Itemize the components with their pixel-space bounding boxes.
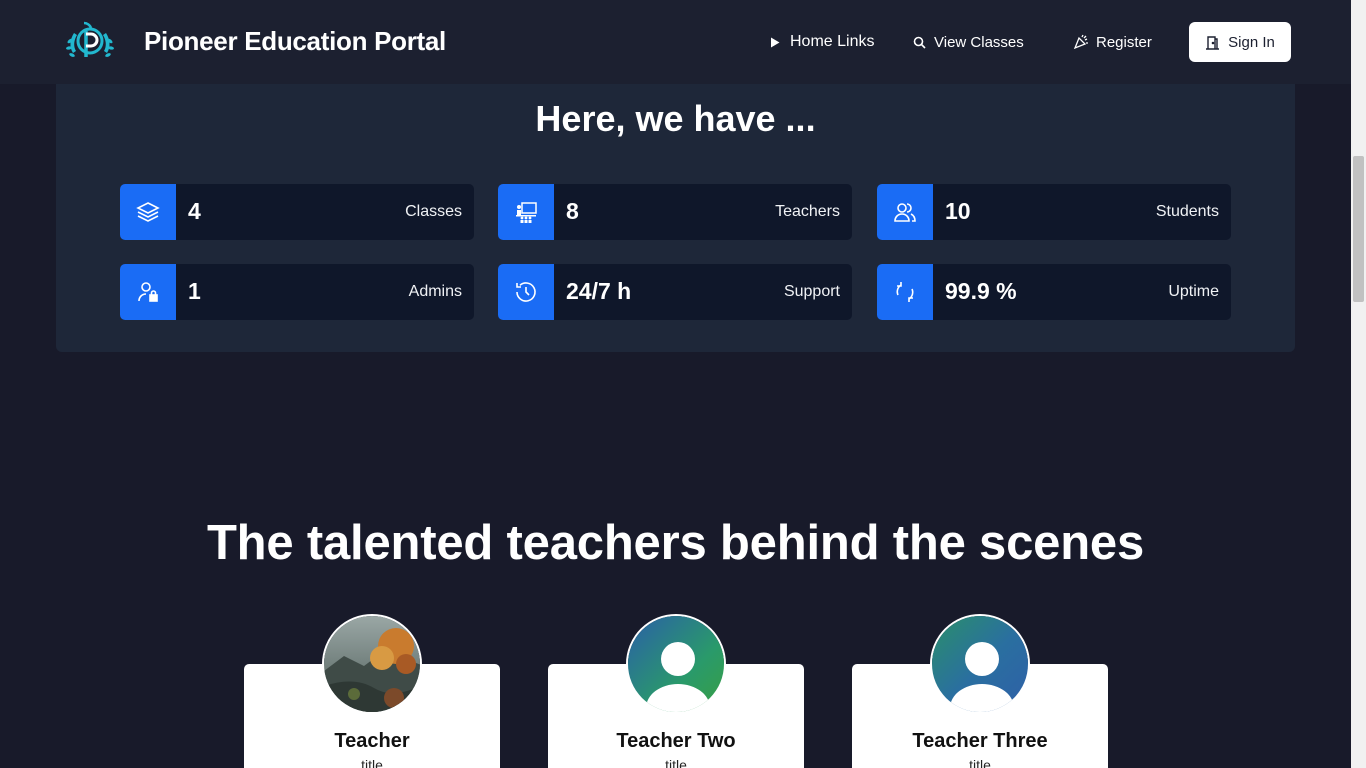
teacher-title: title [361, 757, 383, 768]
stat-card-teachers: 8 Teachers [498, 184, 852, 240]
stat-label: Students [1155, 203, 1219, 220]
nav-register-label: Register [1096, 33, 1152, 51]
layers-icon [120, 184, 176, 240]
sign-in-label: Sign In [1228, 33, 1275, 51]
top-navbar: Pioneer Education Portal Home Links View… [0, 0, 1351, 84]
play-icon [767, 34, 783, 50]
teacher-name: Teacher Two [616, 730, 736, 752]
stat-label: Classes [405, 203, 462, 220]
door-icon [1205, 35, 1220, 50]
nav-view-classes[interactable]: View Classes [911, 31, 1024, 53]
stat-card-classes: 4 Classes [120, 184, 474, 240]
stat-value: 99.9 % [945, 278, 1017, 304]
teacher-title: title [665, 757, 687, 768]
stat-label: Teachers [775, 203, 840, 220]
default-user-avatar-icon [930, 614, 1030, 714]
stat-card-uptime: 99.9 % Uptime [877, 264, 1231, 320]
stat-value: 24/7 h [566, 278, 632, 304]
teacher-name: Teacher Three [912, 730, 1048, 752]
nav-register[interactable]: Register [1073, 31, 1152, 53]
teacher-name: Teacher [334, 730, 410, 752]
teacher-title: title [969, 757, 991, 768]
stat-label: Admins [408, 283, 462, 300]
stat-value: 1 [188, 278, 201, 304]
party-popper-icon [1073, 34, 1089, 50]
nav-view-classes-label: View Classes [934, 33, 1024, 51]
stat-value: 10 [945, 198, 971, 224]
stat-card-students: 10 Students [877, 184, 1231, 240]
stat-label: Support [783, 283, 840, 300]
portal-logo[interactable] [64, 19, 116, 65]
nav-home-links[interactable]: Home Links [767, 31, 874, 53]
stats-title: Here, we have ... [535, 98, 816, 139]
stat-value: 8 [566, 198, 579, 224]
search-icon [911, 34, 927, 50]
scrollbar-thumb[interactable] [1353, 156, 1364, 302]
stat-card-support: 24/7 h Support [498, 264, 852, 320]
teachers-section-title: The talented teachers behind the scenes [206, 516, 1145, 570]
stat-value: 4 [188, 198, 201, 224]
page: Pioneer Education Portal Home Links View… [0, 0, 1366, 768]
nav-home-links-label: Home Links [790, 33, 875, 50]
default-user-avatar-icon [626, 614, 726, 714]
stat-card-admins: 1 Admins [120, 264, 474, 320]
users-icon [877, 184, 933, 240]
sign-in-button[interactable]: Sign In [1189, 22, 1291, 62]
stat-label: Uptime [1168, 283, 1219, 300]
refresh-icon [877, 264, 933, 320]
teacher-icon [498, 184, 554, 240]
history-icon [498, 264, 554, 320]
teacher-avatar-landscape [322, 614, 422, 714]
admin-lock-icon [120, 264, 176, 320]
brand-title[interactable]: Pioneer Education Portal [144, 26, 446, 57]
vertical-scrollbar[interactable] [1351, 0, 1366, 768]
